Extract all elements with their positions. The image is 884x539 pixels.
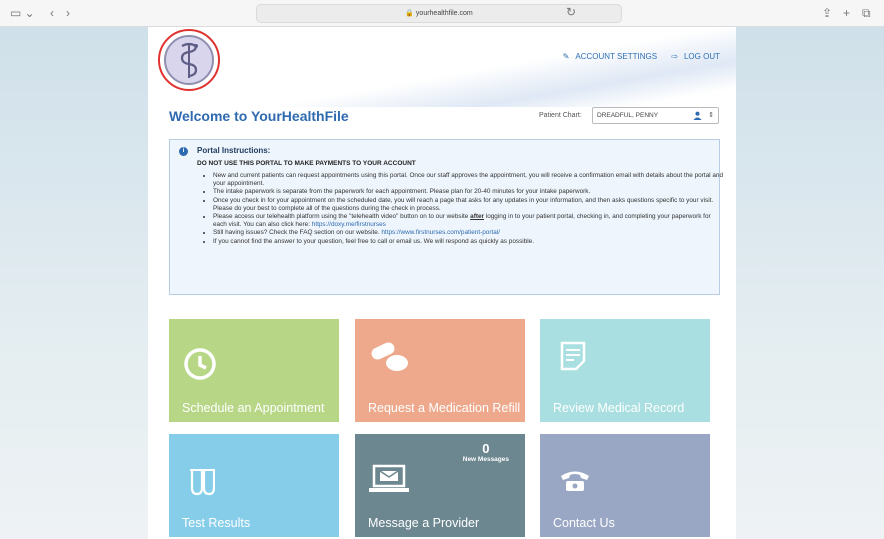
new-messages-badge: 0 New Messages <box>462 441 509 464</box>
address-bar-text: yourhealthfile.com <box>415 10 473 17</box>
document-icon <box>560 341 586 371</box>
schedule-appointment-tile[interactable]: Schedule an Appointment <box>169 319 339 422</box>
tile-label: Test Results <box>182 516 251 530</box>
pencil-icon: ✎ <box>562 52 570 61</box>
laptop-mail-icon <box>369 464 409 492</box>
instructions-title: Portal Instructions: <box>197 146 271 155</box>
doxy-link[interactable]: https://doxy.me/firstnurses <box>312 221 386 228</box>
new-messages-label: New Messages <box>462 456 509 463</box>
new-tab-icon[interactable]: + <box>843 5 850 21</box>
page-background-right <box>736 27 884 539</box>
faq-text: Still having issues? Check the FAQ secti… <box>213 229 382 237</box>
portal-instructions: i Portal Instructions: DO NOT USE THIS P… <box>169 139 723 295</box>
test-results-tile[interactable]: Test Results <box>169 434 339 537</box>
log-out-link[interactable]: ⇨ LOG OUT <box>665 52 720 61</box>
tile-label: Review Medical Record <box>553 401 685 415</box>
logo[interactable] <box>164 35 214 85</box>
tab-overview-icon[interactable]: ⧉ <box>862 5 871 21</box>
payment-warning: DO NOT USE THIS PORTAL TO MAKE PAYMENTS … <box>197 160 416 167</box>
reload-icon[interactable]: ↻ <box>566 4 576 20</box>
sidebar-toggle-icon[interactable]: ▭ ⌄ <box>10 5 35 21</box>
logo-highlight-circle <box>158 29 220 91</box>
patient-chart-select[interactable]: DREADFUL, PENNY ⇕ <box>592 107 719 124</box>
list-item: If you cannot find the answer to your qu… <box>213 238 723 246</box>
tile-label: Schedule an Appointment <box>182 401 325 415</box>
patient-chart-label: Patient Chart: <box>539 112 582 119</box>
page-title: Welcome to YourHealthFile <box>169 108 349 124</box>
tile-label: Contact Us <box>553 516 615 530</box>
list-item: Still having issues? Check the FAQ secti… <box>213 229 723 237</box>
message-provider-tile[interactable]: 0 New Messages Message a Provider <box>355 434 525 537</box>
header-band <box>148 27 736 107</box>
medical-record-tile[interactable]: Review Medical Record <box>540 319 710 422</box>
back-icon[interactable]: ‹ <box>50 5 54 21</box>
header-links: ✎ ACCOUNT SETTINGS ⇨ LOG OUT <box>551 52 720 61</box>
medication-refill-tile[interactable]: Request a Medication Refill <box>355 319 525 422</box>
test-tubes-icon <box>190 469 215 496</box>
person-icon <box>693 111 702 120</box>
info-icon: i <box>179 147 188 156</box>
page-background-left <box>0 27 148 539</box>
contact-us-tile[interactable]: Contact Us <box>540 434 710 537</box>
share-icon[interactable]: ⇪ <box>822 5 832 21</box>
phone-icon <box>561 471 589 491</box>
account-settings-label: ACCOUNT SETTINGS <box>575 52 658 61</box>
log-out-label: LOG OUT <box>683 52 720 61</box>
list-item: Once you check in for your appointment o… <box>213 197 723 213</box>
browser-toolbar: ▭ ⌄ ‹ › 🔒 yourhealthfile.com ↻ ⇪ + ⧉ <box>0 0 884 27</box>
faq-link[interactable]: https://www.firstnurses.com/patient-port… <box>381 229 500 236</box>
new-messages-count: 0 <box>482 441 490 456</box>
list-item: Please access our telehealth platform us… <box>213 213 723 229</box>
clock-icon <box>184 348 216 380</box>
caduceus-icon <box>180 42 198 78</box>
portal-page: ✎ ACCOUNT SETTINGS ⇨ LOG OUT Welcome to Yo… <box>148 27 736 539</box>
patient-chart-value: DREADFUL, PENNY <box>597 112 659 119</box>
forward-icon[interactable]: › <box>66 5 70 21</box>
log-out-icon: ⇨ <box>671 52 678 61</box>
list-item: The intake paperwork is separate from th… <box>213 188 723 196</box>
lock-icon: 🔒 <box>405 10 414 17</box>
account-settings-link[interactable]: ✎ ACCOUNT SETTINGS <box>557 52 660 61</box>
after-emphasis: after <box>470 213 484 221</box>
list-item: New and current patients can request app… <box>213 172 723 188</box>
tile-label: Message a Provider <box>368 516 480 530</box>
select-arrows-icon: ⇕ <box>708 112 714 119</box>
telehealth-text: Please access our telehealth platform us… <box>213 213 471 221</box>
instructions-list: New and current patients can request app… <box>205 172 723 246</box>
tile-label: Request a Medication Refill <box>368 401 521 415</box>
pills-icon <box>371 342 408 371</box>
